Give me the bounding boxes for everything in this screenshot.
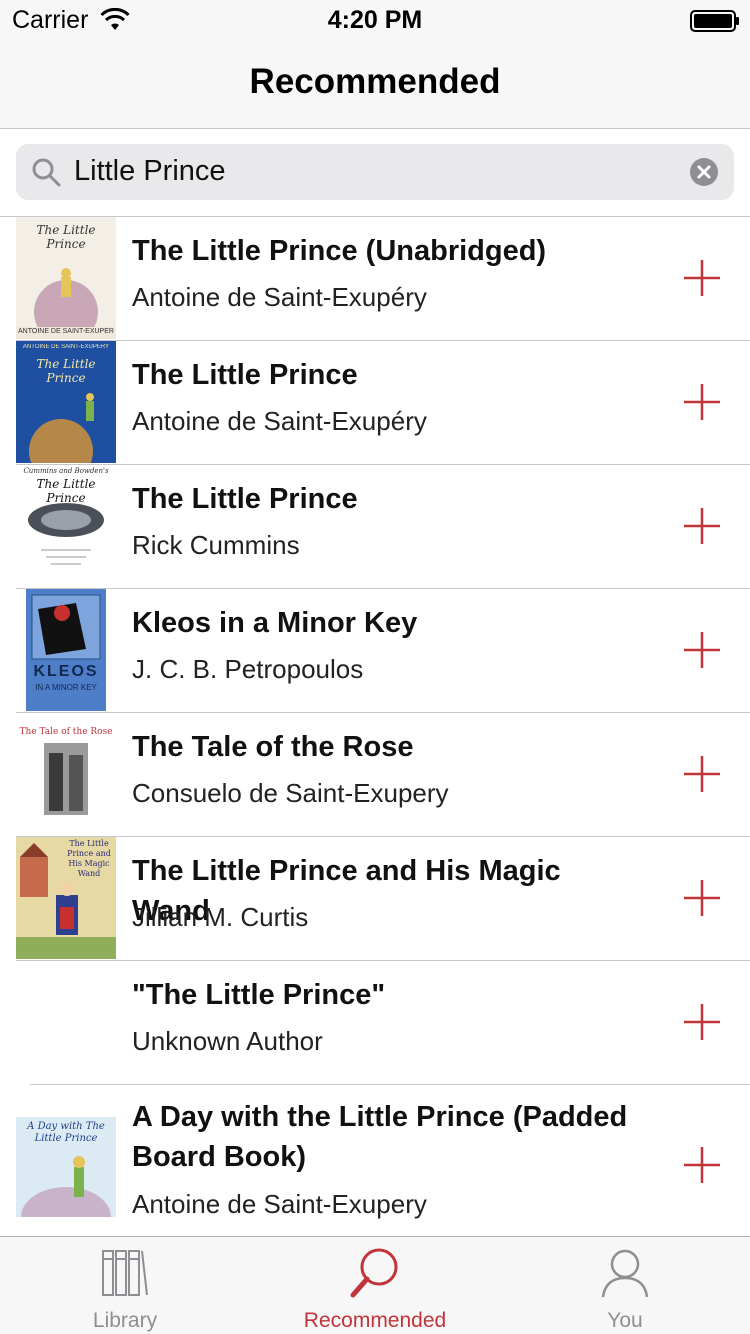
- page-title: Recommended: [249, 62, 501, 101]
- search-query[interactable]: Little Prince: [74, 155, 226, 188]
- book-author: J. C. B. Petropoulos: [132, 654, 364, 684]
- book-cover: The Little Prince ANTOINE DE SAINT-EXUPÉ…: [16, 217, 116, 339]
- tab-you[interactable]: You: [500, 1237, 750, 1334]
- cover-subtitle: IN A MINOR KEY: [35, 683, 97, 692]
- book-author: Jillian M. Curtis: [132, 902, 309, 932]
- cover-title: KLEOS: [33, 663, 99, 680]
- add-icon[interactable]: [684, 1147, 720, 1183]
- book-row[interactable]: ANTOINE DE SAINT-EXUPÉRY The Little Prin…: [0, 341, 750, 465]
- search-bar: Little Prince: [0, 129, 750, 217]
- tab-bar: Library Recommended You: [0, 1236, 750, 1334]
- cover-header: Cummins and Bowden's: [23, 467, 109, 475]
- book-cover: The Tale of the Rose: [16, 713, 116, 835]
- status-bar: Carrier 4:20 PM: [0, 0, 750, 40]
- book-row[interactable]: The Little Prince ANTOINE DE SAINT-EXUPÉ…: [0, 217, 750, 341]
- add-icon[interactable]: [684, 384, 720, 420]
- tab-label: Recommended: [303, 1309, 447, 1332]
- add-icon[interactable]: [684, 880, 720, 916]
- search-input[interactable]: Little Prince: [16, 144, 734, 200]
- cover-title: The Little Prince and His Magic Wand: [67, 839, 111, 878]
- book-cover: KLEOS IN A MINOR KEY: [26, 589, 106, 711]
- add-icon[interactable]: [684, 632, 720, 668]
- battery-icon: [690, 10, 739, 32]
- cover-title: The Little Prince: [36, 477, 96, 505]
- add-icon[interactable]: [684, 508, 720, 544]
- book-cover: The Little Prince and His Magic Wand: [16, 837, 116, 959]
- book-author: Antoine de Saint-Exupery: [132, 1189, 427, 1219]
- book-title: A Day with the Little Prince (Padded Boa…: [132, 1101, 628, 1173]
- cover-footer: ANTOINE DE SAINT-EXUPÉRY: [18, 328, 114, 335]
- library-icon: [102, 1250, 148, 1296]
- book-cover: Cummins and Bowden's The Little Prince: [16, 465, 116, 587]
- book-title: "The Little Prince": [132, 979, 386, 1011]
- book-row[interactable]: A Day with The Little Prince A Day with …: [0, 1085, 750, 1237]
- cover-title: The Little Prince: [36, 357, 96, 385]
- cover-art: [31, 594, 101, 660]
- book-title: The Little Prince: [132, 359, 358, 391]
- book-title: The Tale of the Rose: [132, 731, 414, 763]
- book-cover: A Day with The Little Prince: [16, 1117, 116, 1217]
- book-title: The Little Prince: [132, 483, 358, 515]
- tab-label: Library: [92, 1309, 158, 1332]
- cover-title: The Tale of the Rose: [19, 727, 113, 737]
- add-icon[interactable]: [684, 756, 720, 792]
- book-row[interactable]: "The Little Prince" Unknown Author: [0, 961, 750, 1085]
- book-author: Rick Cummins: [132, 530, 300, 560]
- book-row[interactable]: Cummins and Bowden's The Little Prince T…: [0, 465, 750, 589]
- book-row[interactable]: The Little Prince and His Magic Wand The…: [0, 837, 750, 961]
- book-row[interactable]: KLEOS IN A MINOR KEY Kleos in a Minor Ke…: [0, 589, 750, 713]
- book-title: Kleos in a Minor Key: [132, 607, 418, 639]
- status-time: 4:20 PM: [327, 6, 423, 34]
- tab-label: You: [607, 1309, 643, 1332]
- book-author: Antoine de Saint-Exupéry: [132, 406, 427, 436]
- person-icon: [601, 1249, 649, 1298]
- book-cover: ANTOINE DE SAINT-EXUPÉRY The Little Prin…: [16, 341, 116, 463]
- tab-recommended[interactable]: Recommended: [250, 1237, 500, 1334]
- search-icon: [32, 158, 61, 187]
- book-author: Antoine de Saint-Exupéry: [132, 282, 427, 312]
- book-author: Consuelo de Saint-Exupery: [132, 778, 449, 808]
- clear-search-icon[interactable]: [690, 158, 718, 186]
- book-row[interactable]: The Tale of the Rose The Tale of the Ros…: [0, 713, 750, 837]
- tab-library[interactable]: Library: [0, 1237, 250, 1334]
- book-title: The Little Prince (Unabridged): [132, 235, 547, 267]
- add-icon[interactable]: [684, 1004, 720, 1040]
- navigation-bar: Recommended: [0, 40, 750, 129]
- recommended-search-icon: [350, 1248, 398, 1298]
- cover-title: The Little Prince: [36, 223, 96, 251]
- add-icon[interactable]: [684, 260, 720, 296]
- cover-header: ANTOINE DE SAINT-EXUPÉRY: [22, 344, 110, 350]
- book-author: Unknown Author: [132, 1026, 323, 1056]
- cover-title: A Day with The Little Prince: [27, 1121, 105, 1144]
